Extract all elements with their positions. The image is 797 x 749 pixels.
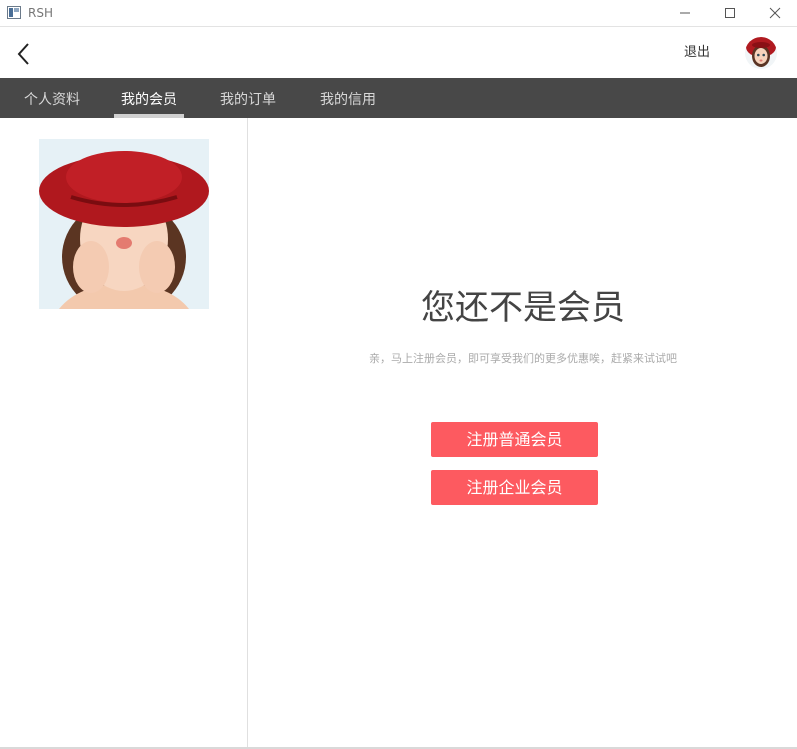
tab-orders[interactable]: 我的订单 bbox=[210, 78, 286, 118]
profile-photo bbox=[39, 139, 209, 309]
profile-avatar-illustration bbox=[39, 139, 209, 309]
app-header: 退出 bbox=[0, 28, 797, 78]
maximize-icon bbox=[725, 8, 735, 18]
register-company-member-button[interactable]: 注册企业会员 bbox=[431, 470, 598, 505]
close-icon bbox=[769, 7, 781, 19]
main-content: 您还不是会员 亲，马上注册会员，即可享受我们的更多优惠唉，赶紧来试试吧 注册普通… bbox=[249, 118, 797, 749]
avatar[interactable] bbox=[745, 37, 777, 69]
minimize-icon bbox=[680, 12, 690, 14]
tab-bar: 个人资料 我的会员 我的订单 我的信用 bbox=[0, 78, 797, 118]
tab-profile[interactable]: 个人资料 bbox=[14, 78, 90, 118]
page-subtitle: 亲，马上注册会员，即可享受我们的更多优惠唉，赶紧来试试吧 bbox=[369, 352, 677, 365]
tab-credit[interactable]: 我的信用 bbox=[310, 78, 386, 118]
close-button[interactable] bbox=[752, 0, 797, 27]
logout-button[interactable]: 退出 bbox=[684, 44, 710, 62]
maximize-button[interactable] bbox=[707, 0, 753, 27]
window-title: RSH bbox=[28, 6, 53, 20]
back-button[interactable] bbox=[12, 41, 36, 67]
user-avatar-icon bbox=[745, 37, 777, 69]
tab-membership[interactable]: 我的会员 bbox=[114, 78, 184, 118]
minimize-button[interactable] bbox=[662, 0, 708, 27]
page-title: 您还不是会员 bbox=[421, 288, 625, 328]
window-titlebar: RSH bbox=[0, 0, 797, 27]
chevron-left-icon bbox=[17, 43, 29, 65]
app-icon bbox=[7, 6, 21, 19]
register-normal-member-button[interactable]: 注册普通会员 bbox=[431, 422, 598, 457]
left-panel bbox=[0, 118, 248, 749]
